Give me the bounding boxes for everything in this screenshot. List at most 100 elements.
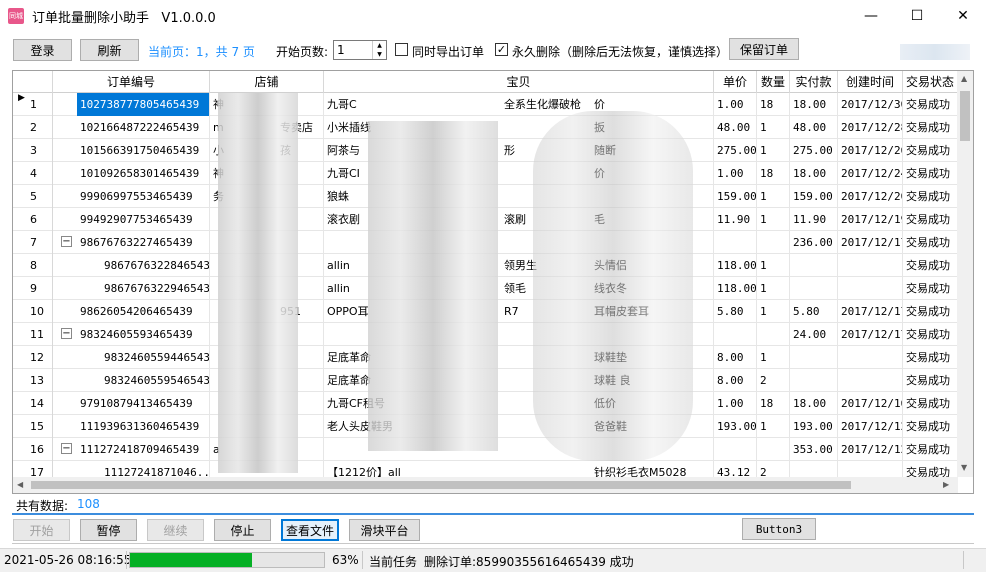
slider-platform-button[interactable]: 滑块平台 xyxy=(349,519,420,541)
orders-grid[interactable]: 订单编号 店铺 宝贝 单价 数量 实付款 创建时间 交易状态 1 ▶ 1027387… xyxy=(12,70,974,494)
paid-cell[interactable]: 18.00 xyxy=(790,392,838,415)
paid-cell[interactable]: 353.00 xyxy=(790,438,838,461)
order-id-cell[interactable]: 98324605593465439 xyxy=(77,323,210,346)
date-cell[interactable]: 2017/12/17 xyxy=(838,323,903,346)
price-cell[interactable]: 8.00 xyxy=(714,346,757,369)
order-id-cell[interactable]: 98676763227465439 xyxy=(77,231,210,254)
paid-cell[interactable] xyxy=(790,277,838,300)
paid-cell[interactable] xyxy=(790,346,838,369)
row-number[interactable]: 10 xyxy=(13,300,53,323)
stepper-up-icon[interactable]: ▲ xyxy=(373,41,386,50)
date-cell[interactable]: 2017/12/12 xyxy=(838,438,903,461)
scroll-left-icon[interactable]: ◀ xyxy=(17,480,23,489)
header-item[interactable]: 宝贝 xyxy=(324,71,714,93)
resume-button[interactable]: 继续 xyxy=(147,519,204,541)
keep-orders-button[interactable]: 保留订单 xyxy=(729,38,799,60)
header-qty[interactable]: 数量 xyxy=(757,71,790,93)
price-cell[interactable]: 193.00 xyxy=(714,415,757,438)
scroll-right-icon[interactable]: ▶ xyxy=(943,480,949,489)
qty-cell[interactable]: 1 xyxy=(757,208,790,231)
button3[interactable]: Button3 xyxy=(742,518,816,540)
close-button[interactable]: ✕ xyxy=(940,0,986,32)
price-cell[interactable]: 1.00 xyxy=(714,392,757,415)
date-cell[interactable]: 2017/12/24 xyxy=(838,162,903,185)
paid-cell[interactable]: 159.00 xyxy=(790,185,838,208)
qty-cell[interactable]: 18 xyxy=(757,392,790,415)
qty-cell[interactable]: 18 xyxy=(757,162,790,185)
stop-button[interactable]: 停止 xyxy=(214,519,271,541)
view-file-button[interactable]: 查看文件 xyxy=(281,519,339,541)
order-id-cell[interactable]: 101092658301465439 xyxy=(77,162,210,185)
order-id-cell[interactable]: 98324605595465439 xyxy=(101,369,210,392)
status-cell[interactable]: 交易成功 xyxy=(903,438,958,461)
row-number[interactable]: 9 xyxy=(13,277,53,300)
status-cell[interactable]: 交易成功 xyxy=(903,116,958,139)
paid-cell[interactable]: 236.00 xyxy=(790,231,838,254)
price-cell[interactable]: 11.90 xyxy=(714,208,757,231)
paid-cell[interactable]: 5.80 xyxy=(790,300,838,323)
status-cell[interactable]: 交易成功 xyxy=(903,208,958,231)
stepper-down-icon[interactable]: ▼ xyxy=(373,50,386,59)
minimize-button[interactable]: — xyxy=(848,0,894,32)
qty-cell[interactable]: 1 xyxy=(757,346,790,369)
row-number[interactable]: 13 xyxy=(13,369,53,392)
row-number[interactable]: 4 xyxy=(13,162,53,185)
status-cell[interactable]: 交易成功 xyxy=(903,415,958,438)
price-cell[interactable]: 159.00 xyxy=(714,185,757,208)
order-id-cell[interactable]: 98676763229465439 xyxy=(101,277,210,300)
horizontal-scrollbar[interactable]: ◀ ▶ xyxy=(13,477,958,493)
permanent-delete-checkbox[interactable]: ✓ xyxy=(495,43,508,56)
item-cell[interactable]: 九哥C 全系生化爆破枪价 xyxy=(324,93,714,116)
maximize-button[interactable]: ☐ xyxy=(894,0,940,32)
order-id-cell[interactable]: 97910879413465439 xyxy=(77,392,210,415)
vertical-scroll-thumb[interactable] xyxy=(960,91,970,141)
qty-cell[interactable]: 2 xyxy=(757,369,790,392)
order-id-cell[interactable]: 102738777805465439 xyxy=(77,93,210,116)
scroll-down-icon[interactable]: ▼ xyxy=(961,463,967,472)
order-id-cell[interactable]: 99906997553465439 xyxy=(77,185,210,208)
date-cell[interactable] xyxy=(838,369,903,392)
order-id-cell[interactable]: 111272418709465439 xyxy=(77,438,210,461)
paid-cell[interactable] xyxy=(790,254,838,277)
order-id-cell[interactable]: 102166487222465439 xyxy=(77,116,210,139)
qty-cell[interactable]: 18 xyxy=(757,93,790,116)
login-button[interactable]: 登录 xyxy=(13,39,72,61)
qty-cell[interactable]: 1 xyxy=(757,185,790,208)
date-cell[interactable] xyxy=(838,277,903,300)
row-number[interactable]: 15 xyxy=(13,415,53,438)
row-number[interactable]: 11 xyxy=(13,323,53,346)
paid-cell[interactable]: 18.00 xyxy=(790,162,838,185)
order-id-cell[interactable]: 98324605594465439 xyxy=(101,346,210,369)
row-number[interactable]: 6 xyxy=(13,208,53,231)
date-cell[interactable]: 2017/12/16 xyxy=(838,392,903,415)
row-number[interactable]: 8 xyxy=(13,254,53,277)
table-row[interactable]: 1▶102738777805465439神九哥C全系生化爆破枪价1.001818… xyxy=(13,93,958,116)
order-id-cell[interactable]: 99492907753465439 xyxy=(77,208,210,231)
date-cell[interactable]: 2017/12/12 xyxy=(838,415,903,438)
status-cell[interactable]: 交易成功 xyxy=(903,185,958,208)
header-status[interactable]: 交易状态 xyxy=(903,71,958,93)
qty-cell[interactable]: 1 xyxy=(757,116,790,139)
qty-cell[interactable] xyxy=(757,323,790,346)
row-number[interactable]: 16 xyxy=(13,438,53,461)
status-cell[interactable]: 交易成功 xyxy=(903,231,958,254)
start-button[interactable]: 开始 xyxy=(13,519,70,541)
row-number[interactable]: 7 xyxy=(13,231,53,254)
status-cell[interactable]: 交易成功 xyxy=(903,369,958,392)
paid-cell[interactable]: 11.90 xyxy=(790,208,838,231)
price-cell[interactable]: 118.00 xyxy=(714,277,757,300)
status-cell[interactable]: 交易成功 xyxy=(903,93,958,116)
row-number[interactable]: 12 xyxy=(13,346,53,369)
collapse-icon[interactable]: − xyxy=(61,328,72,339)
date-cell[interactable] xyxy=(838,346,903,369)
qty-cell[interactable]: 1 xyxy=(757,300,790,323)
price-cell[interactable]: 275.00 xyxy=(714,139,757,162)
header-order-id[interactable]: 订单编号 xyxy=(53,71,210,93)
horizontal-scroll-thumb[interactable] xyxy=(31,481,851,489)
paid-cell[interactable] xyxy=(790,369,838,392)
date-cell[interactable] xyxy=(838,254,903,277)
qty-cell[interactable] xyxy=(757,231,790,254)
price-cell[interactable]: 8.00 xyxy=(714,369,757,392)
qty-cell[interactable]: 1 xyxy=(757,139,790,162)
status-cell[interactable]: 交易成功 xyxy=(903,300,958,323)
